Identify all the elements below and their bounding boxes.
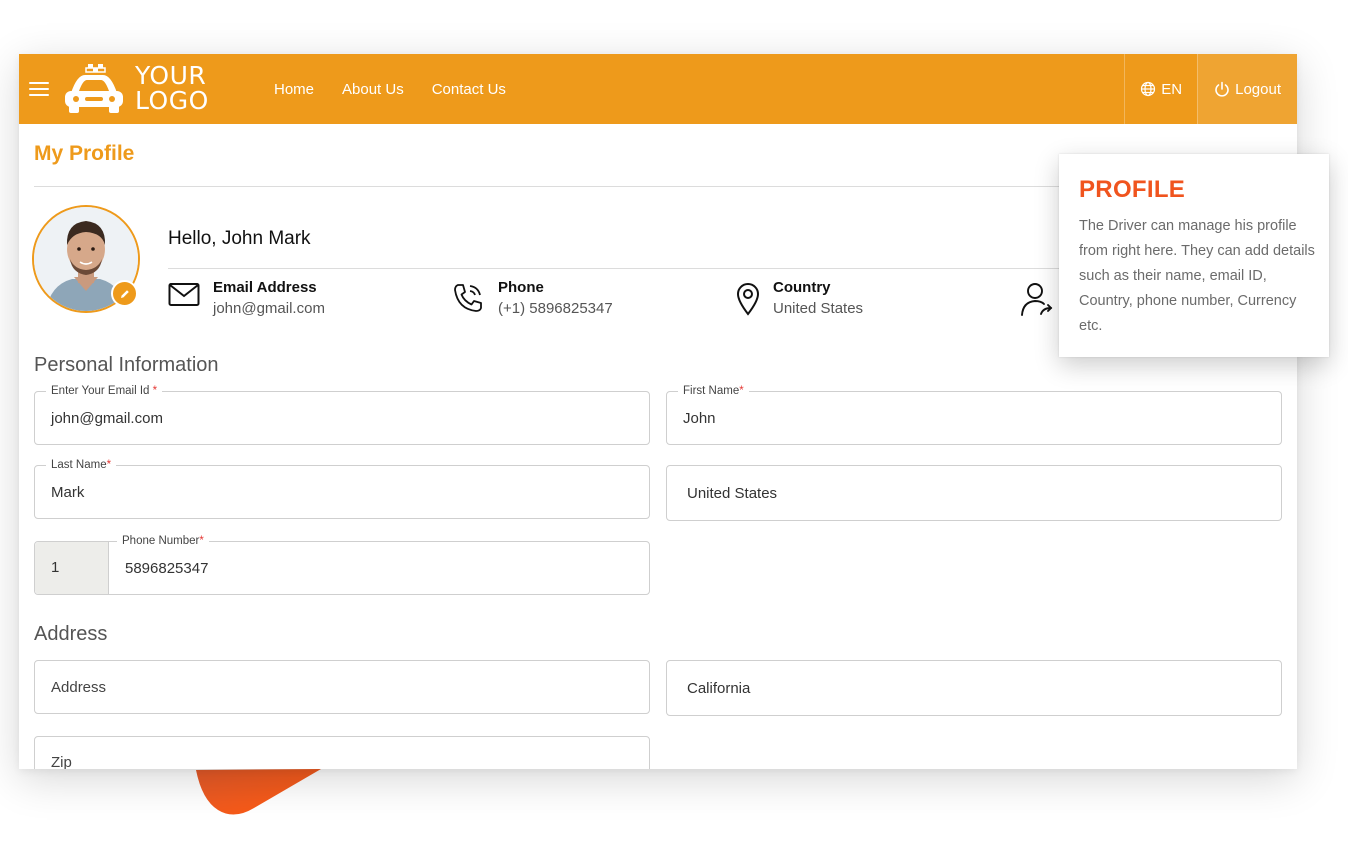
country-info-value: United States xyxy=(773,300,864,317)
email-field-value: john@gmail.com xyxy=(51,410,163,427)
required-mark: * xyxy=(152,385,158,397)
phone-icon xyxy=(454,284,482,312)
email-field-label-text: Enter Your Email Id xyxy=(51,385,150,397)
required-mark: * xyxy=(739,385,744,397)
country-code-value: 1 xyxy=(51,559,60,576)
logo-text: YOUR LOGO xyxy=(135,63,209,113)
last-name-field-label: Last Name* xyxy=(46,458,117,472)
email-info-value: john@gmail.com xyxy=(213,300,325,317)
envelope-icon xyxy=(168,283,200,306)
email-field-label: Enter Your Email Id * xyxy=(46,384,163,398)
first-name-field-label: First Name* xyxy=(678,384,749,398)
phone-number-field[interactable]: 1 Phone Number* 5896825347 xyxy=(34,534,650,595)
nav-links: Home About Us Contact Us xyxy=(274,54,506,124)
language-label: EN xyxy=(1161,80,1183,98)
country-info: Country United States xyxy=(735,278,955,322)
power-icon xyxy=(1215,81,1229,97)
nav-about-us-link[interactable]: About Us xyxy=(342,81,404,98)
address-input[interactable]: Address xyxy=(34,660,650,714)
zip-input[interactable]: Zip xyxy=(34,736,650,769)
zip-input-placeholder: Zip xyxy=(51,754,72,769)
phone-info-label: Phone xyxy=(498,279,544,296)
email-field[interactable]: Enter Your Email Id * john@gmail.com xyxy=(34,384,650,445)
phone-number-field-label: Phone Number* xyxy=(117,534,209,548)
required-mark: * xyxy=(106,459,112,471)
user-share-icon xyxy=(1021,283,1053,316)
logout-button[interactable]: Logout xyxy=(1197,54,1297,124)
personal-information-heading: Personal Information xyxy=(34,354,219,376)
phone-info-value: (+1) 5896825347 xyxy=(498,300,613,317)
callout-title: PROFILE xyxy=(1079,176,1186,203)
address-input-placeholder: Address xyxy=(51,679,107,696)
last-name-field-label-text: Last Name xyxy=(51,459,107,471)
logo-line-1: YOUR xyxy=(135,61,207,90)
logout-label: Logout xyxy=(1235,80,1281,98)
nav-right-actions: EN Logout xyxy=(1124,54,1297,124)
edit-avatar-button[interactable] xyxy=(111,280,138,307)
last-name-field[interactable]: Last Name* Mark xyxy=(34,458,650,519)
callout-body: The Driver can manage his profile from r… xyxy=(1079,218,1315,334)
globe-icon xyxy=(1141,81,1156,97)
profile-callout: PROFILE The Driver can manage his profil… xyxy=(1059,154,1329,357)
pencil-icon xyxy=(120,289,129,298)
nav-home-link[interactable]: Home xyxy=(274,81,314,98)
first-name-field[interactable]: First Name* John xyxy=(666,384,1282,445)
required-mark: * xyxy=(199,535,204,547)
refer-info xyxy=(1019,278,1059,322)
taxi-car-icon xyxy=(65,64,123,113)
state-select[interactable]: California xyxy=(666,660,1282,716)
nav-contact-us-link[interactable]: Contact Us xyxy=(432,81,506,98)
email-info: Email Address john@gmail.com xyxy=(168,278,368,322)
address-heading: Address xyxy=(34,623,108,645)
country-select-value: United States xyxy=(687,485,778,502)
first-name-field-value: John xyxy=(683,410,716,427)
location-pin-icon xyxy=(736,283,760,316)
phone-info: Phone (+1) 5896825347 xyxy=(452,278,652,322)
language-selector[interactable]: EN xyxy=(1124,54,1197,124)
country-code-box[interactable]: 1 xyxy=(35,542,109,594)
country-info-label: Country xyxy=(773,279,831,296)
email-info-label: Email Address xyxy=(213,279,317,296)
top-navbar: YOUR LOGO Home About Us Contact Us EN Lo… xyxy=(19,54,1297,124)
menu-icon[interactable] xyxy=(29,80,49,98)
state-select-value: California xyxy=(687,680,751,697)
first-name-field-label-text: First Name xyxy=(683,385,740,397)
stage: YOUR LOGO Home About Us Contact Us EN Lo… xyxy=(0,0,1348,849)
greeting: Hello, John Mark xyxy=(168,228,311,249)
logo-line-2: LOGO xyxy=(135,86,209,115)
last-name-field-value: Mark xyxy=(51,484,85,501)
phone-number-field-label-text: Phone Number xyxy=(122,535,200,547)
page-title: My Profile xyxy=(34,142,135,165)
country-select[interactable]: United States xyxy=(666,465,1282,521)
phone-number-field-value: 5896825347 xyxy=(125,560,209,577)
